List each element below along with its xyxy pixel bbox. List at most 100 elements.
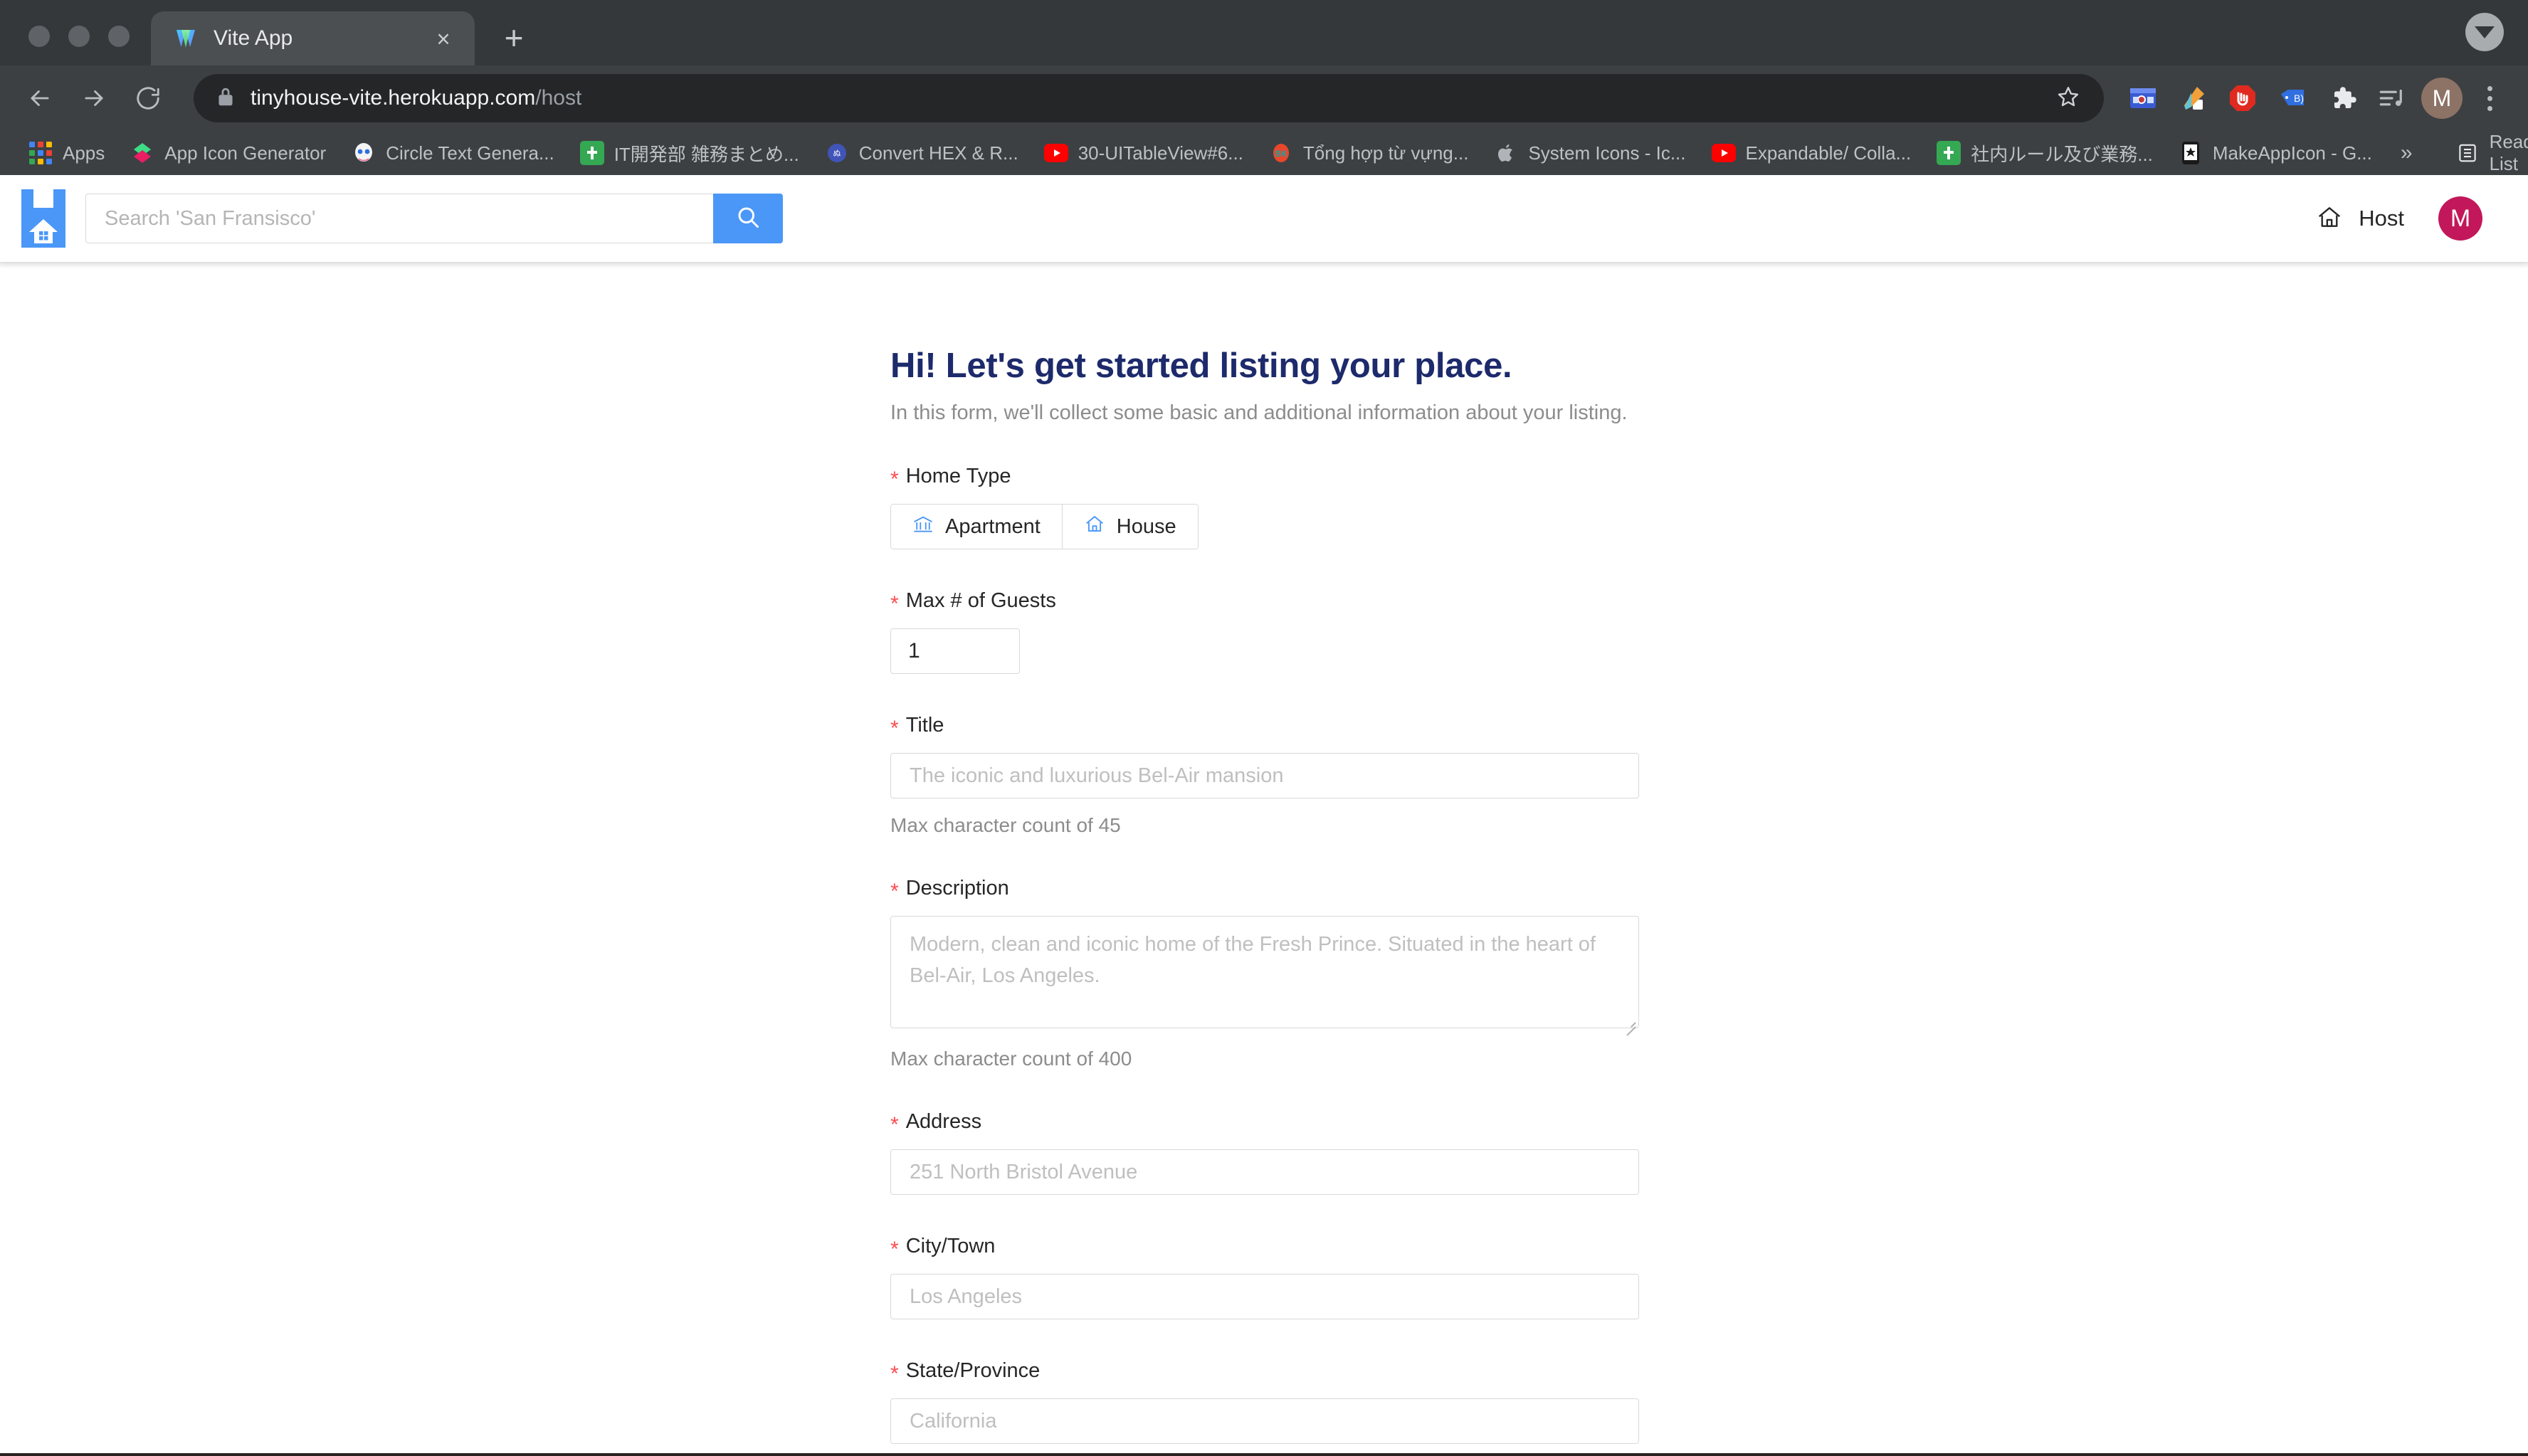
max-guests-input[interactable] — [890, 628, 1020, 674]
browser-profile-avatar[interactable]: M — [2421, 78, 2463, 119]
puzzle-extensions-icon[interactable] — [2320, 76, 2364, 120]
apps-grid-icon — [28, 141, 53, 165]
required-asterisk: * — [890, 594, 899, 615]
home-type-radio-group: Apartment House — [890, 504, 1199, 549]
user-avatar[interactable]: M — [2438, 196, 2482, 241]
bookmark-label: Convert HEX & R... — [859, 142, 1018, 164]
bank-building-icon — [912, 513, 934, 540]
app-header: Host M — [0, 175, 2528, 262]
header-right-actions: Host M — [2316, 196, 2482, 241]
tinyhouse-logo-icon[interactable] — [21, 189, 65, 248]
bookmark-makeappicon[interactable]: MakeAppIcon - G... — [2166, 136, 2385, 170]
minimize-window-button[interactable] — [68, 26, 90, 47]
required-asterisk: * — [890, 469, 899, 490]
host-nav-link[interactable]: Host — [2316, 204, 2404, 234]
tab-strip: Vite App × + — [0, 0, 2528, 65]
close-window-button[interactable] — [28, 26, 50, 47]
home-icon — [1084, 513, 1105, 540]
bookmark-expandable-collapsible[interactable]: Expandable/ Colla... — [1699, 136, 1924, 170]
browser-tab-vite-app[interactable]: Vite App × — [151, 11, 475, 65]
bookmark-label: Circle Text Genera... — [386, 142, 554, 164]
maximize-window-button[interactable] — [108, 26, 130, 47]
search-button[interactable] — [713, 194, 783, 243]
reading-list-label: Reading List — [2490, 131, 2528, 175]
bookmark-system-icons[interactable]: System Icons - Ic... — [1481, 136, 1698, 170]
bookmark-star-icon[interactable] — [2055, 84, 2081, 113]
address-bar[interactable]: tinyhouse-vite.herokuapp.com/host — [194, 74, 2104, 122]
label-text: Max # of Guests — [906, 589, 1056, 613]
bookmark-label: Apps — [63, 142, 105, 164]
label-text: Home Type — [906, 465, 1011, 488]
reading-list-icon — [2455, 141, 2480, 165]
reading-list-button[interactable]: Reading List — [2443, 131, 2528, 175]
city-label: * City/Town — [890, 1235, 1639, 1258]
makeappicon-icon — [2179, 141, 2203, 165]
chrome-menu-button[interactable] — [2470, 76, 2509, 120]
bookmark-company-rules[interactable]: 社内ルール及び業務... — [1924, 136, 2166, 170]
option-label: Apartment — [945, 515, 1041, 539]
bookmark-app-icon-generator[interactable]: App Icon Generator — [117, 136, 339, 170]
forward-arrow-icon[interactable] — [67, 71, 121, 125]
max-guests-label: * Max # of Guests — [890, 589, 1639, 613]
bookmarks-overflow-button[interactable]: » — [2385, 141, 2428, 165]
google-sheets-icon — [1937, 141, 1961, 165]
browser-toolbar: tinyhouse-vite.herokuapp.com/host — [0, 65, 2528, 131]
browser-window: Vite App × + tinyhouse-vite.herokuapp.co… — [0, 0, 2528, 1456]
city-input[interactable] — [890, 1274, 1639, 1319]
title-input[interactable] — [890, 753, 1639, 798]
label-text: Title — [906, 714, 944, 737]
field-state: * State/Province — [890, 1359, 1639, 1444]
reading-mode-extension-icon[interactable] — [2121, 76, 2165, 120]
reload-icon[interactable] — [121, 71, 175, 125]
new-tab-button[interactable]: + — [490, 14, 537, 61]
description-hint: Max character count of 400 — [890, 1048, 1639, 1070]
bookmarks-bar: Apps App Icon Generator Circle Text Gene… — [0, 131, 2528, 175]
search-input[interactable] — [85, 194, 713, 243]
search-bar — [85, 194, 783, 243]
eyedropper-extension-icon[interactable] — [2171, 76, 2215, 120]
address-input[interactable] — [890, 1149, 1639, 1195]
address-label: * Address — [890, 1110, 1639, 1134]
bookmark-convert-hex[interactable]: ぬ Convert HEX & R... — [812, 136, 1031, 170]
bookmark-label: System Icons - Ic... — [1528, 142, 1685, 164]
chevron-down-icon — [2475, 26, 2495, 38]
bitwarden-extension-icon[interactable]: B) — [2270, 76, 2314, 120]
label-text: State/Province — [906, 1359, 1041, 1383]
field-home-type: * Home Type Apartment — [890, 465, 1639, 549]
bookmark-apps[interactable]: Apps — [16, 136, 117, 170]
bookmark-label: IT開発部 雑務まとめ... — [614, 140, 799, 167]
home-type-option-house[interactable]: House — [1063, 504, 1199, 549]
media-control-icon[interactable] — [2370, 76, 2414, 120]
bookmark-label: Expandable/ Colla... — [1746, 142, 1912, 164]
bookmark-tong-hop-tu-vung[interactable]: BK Tổng hợp từ vựng... — [1256, 136, 1482, 170]
label-text: Description — [906, 877, 1009, 900]
tab-search-button[interactable] — [2465, 13, 2504, 51]
url-text: tinyhouse-vite.herokuapp.com/host — [251, 86, 581, 110]
search-icon — [735, 204, 761, 233]
apple-icon — [1494, 141, 1518, 165]
required-asterisk: * — [890, 1114, 899, 1136]
close-tab-button[interactable]: × — [431, 27, 456, 51]
adblock-extension-icon[interactable] — [2221, 76, 2265, 120]
bk-icon: BK — [1269, 141, 1293, 165]
state-input[interactable] — [890, 1398, 1639, 1444]
window-controls — [0, 26, 151, 65]
youtube-icon — [1044, 141, 1068, 165]
convert-hex-icon: ぬ — [825, 141, 849, 165]
circle-text-generator-icon — [352, 141, 376, 165]
url-domain: tinyhouse-vite.herokuapp.com — [251, 86, 535, 110]
description-textarea[interactable] — [890, 916, 1639, 1028]
home-icon — [2316, 204, 2343, 234]
vite-logo-icon — [174, 26, 198, 51]
tab-title: Vite App — [214, 26, 415, 51]
title-hint: Max character count of 45 — [890, 814, 1639, 837]
bookmark-30-uitableview[interactable]: 30-UITableView#6... — [1031, 136, 1256, 170]
bookmark-it-dev-notes[interactable]: IT開発部 雑務まとめ... — [567, 136, 812, 170]
title-label: * Title — [890, 714, 1639, 737]
home-type-option-apartment[interactable]: Apartment — [890, 504, 1063, 549]
bookmark-label: 社内ルール及び業務... — [1971, 140, 2153, 167]
bookmark-circle-text-generator[interactable]: Circle Text Genera... — [339, 136, 567, 170]
back-arrow-icon[interactable] — [13, 71, 67, 125]
host-listing-form: Hi! Let's get started listing your place… — [890, 346, 1639, 1444]
required-asterisk: * — [890, 881, 899, 902]
